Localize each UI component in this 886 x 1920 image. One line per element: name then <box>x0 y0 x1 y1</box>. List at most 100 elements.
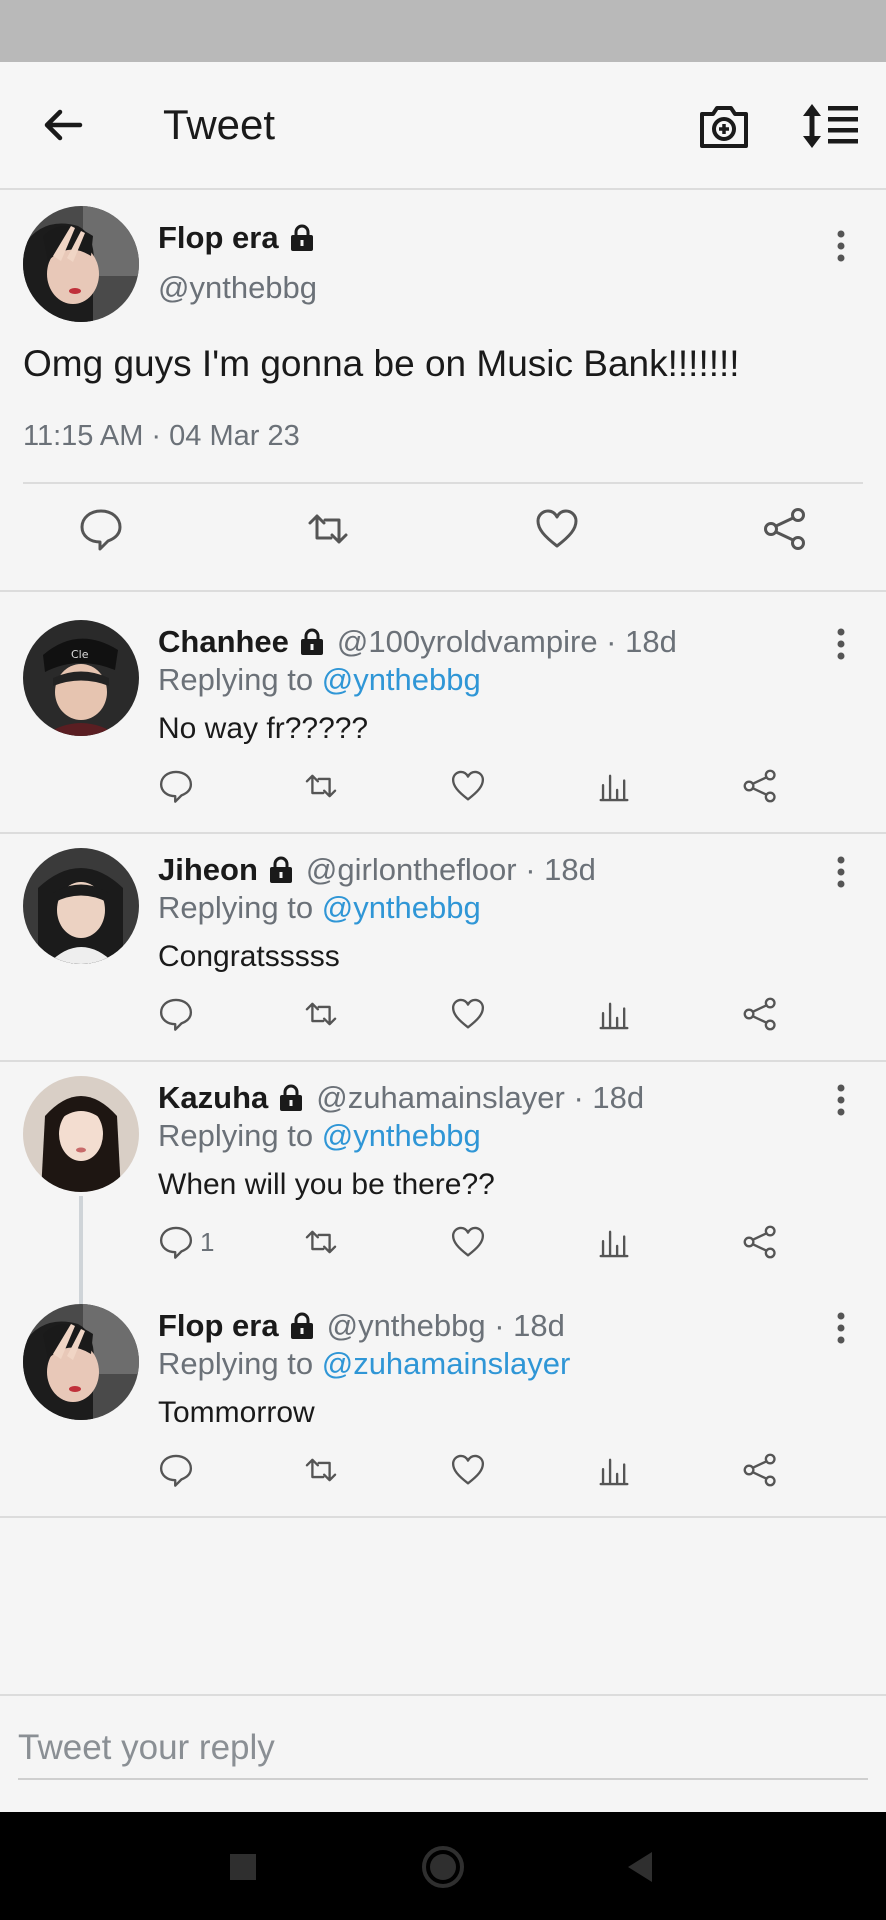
retweet-button[interactable] <box>303 1450 339 1490</box>
divider <box>0 1516 886 1518</box>
like-button[interactable] <box>450 994 486 1034</box>
reply-text: When will you be there?? <box>158 1168 495 1201</box>
share-button[interactable] <box>742 994 778 1034</box>
avatar[interactable] <box>23 1304 139 1420</box>
replying-prefix: Replying to <box>158 662 322 697</box>
reply-actions <box>0 766 886 816</box>
share-button[interactable] <box>742 1222 778 1262</box>
divider <box>23 482 863 484</box>
reply-text: Tommorrow <box>158 1396 315 1429</box>
reply-text: No way fr????? <box>158 712 369 745</box>
replying-to: Replying to @ynthebbg <box>158 662 481 698</box>
reply-name-row: Flop era @ynthebbg · 18d <box>158 1308 565 1344</box>
avatar-image <box>23 1304 139 1420</box>
like-button[interactable] <box>450 1450 486 1490</box>
tweet-timestamp: 11:15 AM · 04 Mar 23 <box>23 420 300 452</box>
back-nav-icon[interactable] <box>616 1842 666 1892</box>
reply-button[interactable] <box>158 994 200 1034</box>
replying-prefix: Replying to <box>158 1118 322 1153</box>
analytics-button[interactable] <box>596 766 632 806</box>
recents-icon[interactable] <box>218 1842 268 1892</box>
reply-handle-meta: @zuhamainslayer · 18d <box>316 1080 645 1115</box>
reply-icon <box>159 1454 193 1487</box>
replying-mention[interactable]: @ynthebbg <box>322 1118 481 1153</box>
lock-icon <box>300 628 323 655</box>
lock-icon <box>280 1084 303 1111</box>
reply-item[interactable]: Flop era @ynthebbg · 18d Replying to @zu… <box>0 1280 886 1516</box>
home-icon[interactable] <box>418 1842 468 1892</box>
reply-display-name[interactable]: Jiheon <box>158 852 258 888</box>
more-vertical-icon[interactable] <box>826 852 856 892</box>
avatar-image <box>23 1076 139 1192</box>
camera-add-icon[interactable] <box>696 98 752 154</box>
replying-to: Replying to @ynthebbg <box>158 890 481 926</box>
retweet-button[interactable] <box>303 994 339 1034</box>
analytics-icon <box>599 1002 629 1030</box>
replying-to: Replying to @zuhamainslayer <box>158 1346 570 1382</box>
author-name-row: Flop era <box>158 220 317 256</box>
share-icon[interactable] <box>762 506 808 552</box>
reply-handle-meta: @girlonthefloor · 18d <box>305 852 596 887</box>
reply-button[interactable]: 1 <box>158 1222 214 1262</box>
reply-actions <box>0 994 886 1044</box>
heart-icon <box>451 770 485 801</box>
share-button[interactable] <box>742 1450 778 1490</box>
analytics-button[interactable] <box>596 1450 632 1490</box>
analytics-icon <box>599 774 629 802</box>
avatar-image <box>23 206 139 322</box>
reply-button[interactable] <box>158 766 200 806</box>
reply-handle-meta: @ynthebbg · 18d <box>326 1308 565 1343</box>
reply-icon <box>159 770 193 803</box>
reply-item[interactable]: Jiheon @girlonthefloor · 18d Replying to… <box>0 824 886 1060</box>
reply-input[interactable] <box>18 1718 868 1780</box>
reply-display-name[interactable]: Kazuha <box>158 1080 268 1116</box>
analytics-button[interactable] <box>596 994 632 1034</box>
replying-mention[interactable]: @ynthebbg <box>322 662 481 697</box>
reply-item[interactable]: Kazuha @zuhamainslayer · 18d Replying to… <box>0 1052 886 1280</box>
navigation-bar <box>0 1812 886 1920</box>
reply-text: Congratsssss <box>158 940 340 973</box>
reply-count: 1 <box>200 1226 215 1257</box>
replying-to: Replying to @ynthebbg <box>158 1118 481 1154</box>
svg-text:Cle: Cle <box>71 648 89 661</box>
author-display-name[interactable]: Flop era <box>158 220 279 256</box>
replying-mention[interactable]: @zuhamainslayer <box>322 1346 571 1381</box>
share-button[interactable] <box>742 766 778 806</box>
retweet-icon[interactable] <box>305 506 351 552</box>
analytics-button[interactable] <box>596 1222 632 1262</box>
heart-icon <box>451 1226 485 1257</box>
reply-display-name[interactable]: Chanhee <box>158 624 289 660</box>
tweet-text: Omg guys I'm gonna be on Music Bank!!!!!… <box>23 343 740 384</box>
reply-handle-meta: @100yroldvampire · 18d <box>336 624 677 659</box>
sort-icon[interactable] <box>800 98 860 154</box>
heart-icon <box>451 998 485 1029</box>
more-vertical-icon[interactable] <box>826 624 856 664</box>
retweet-button[interactable] <box>303 1222 339 1262</box>
arrow-left-icon[interactable] <box>38 100 88 150</box>
more-vertical-icon[interactable] <box>826 226 856 266</box>
reply-item[interactable]: Cle Chanhee @100yroldvampire · 18d Reply… <box>0 596 886 832</box>
heart-icon[interactable] <box>534 506 580 552</box>
more-vertical-icon[interactable] <box>826 1080 856 1120</box>
reply-actions: 1 <box>0 1222 886 1272</box>
reply-button[interactable] <box>158 1450 200 1490</box>
app-bar: Tweet <box>0 62 886 190</box>
retweet-button[interactable] <box>303 766 339 806</box>
reply-composer <box>0 1694 886 1814</box>
more-vertical-icon[interactable] <box>826 1308 856 1348</box>
analytics-icon <box>599 1230 629 1258</box>
like-button[interactable] <box>450 1222 486 1262</box>
analytics-icon <box>599 1458 629 1486</box>
reply-icon[interactable] <box>78 506 124 552</box>
avatar[interactable] <box>23 1076 139 1192</box>
like-button[interactable] <box>450 766 486 806</box>
replying-mention[interactable]: @ynthebbg <box>322 890 481 925</box>
reply-display-name[interactable]: Flop era <box>158 1308 279 1344</box>
page-title: Tweet <box>163 101 276 148</box>
avatar[interactable] <box>23 848 139 964</box>
avatar[interactable]: Cle <box>23 620 139 736</box>
author-handle[interactable]: @ynthebbg <box>158 270 317 306</box>
share-icon <box>743 769 776 803</box>
avatar[interactable] <box>23 206 139 322</box>
retweet-icon <box>305 1458 337 1482</box>
